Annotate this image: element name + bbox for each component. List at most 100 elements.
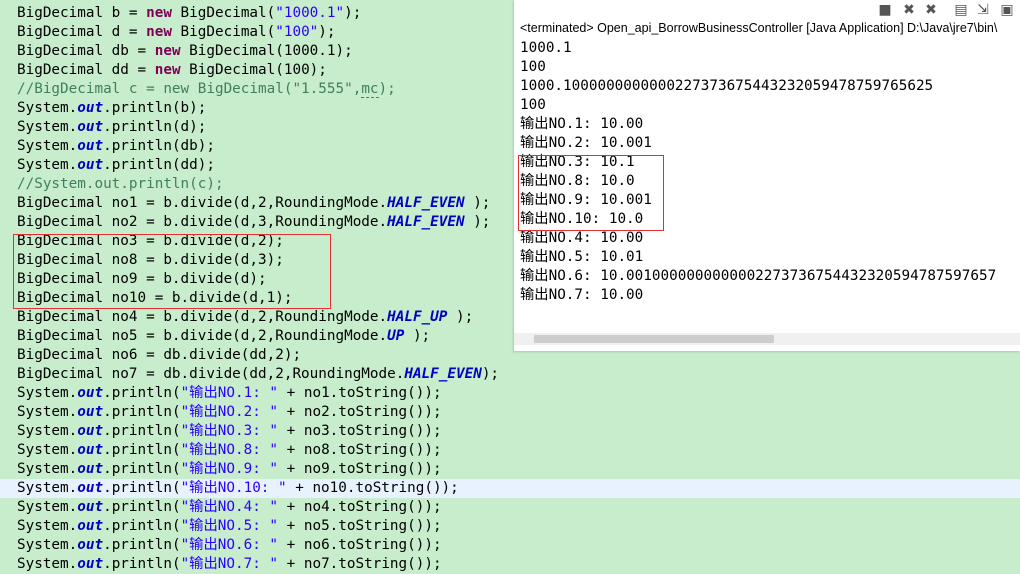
- code-line[interactable]: System.out.println("输出NO.10: " + no10.to…: [0, 479, 1020, 498]
- console-toolbar: ■ ✖ ✖ ▤ ⇲ ▣: [514, 0, 1020, 20]
- code-token: System.: [17, 423, 78, 439]
- code-token: System.: [17, 100, 78, 116]
- code-token: System.: [17, 556, 78, 572]
- code-token: out: [77, 138, 104, 154]
- console-line: 输出NO.2: 10.001: [520, 135, 652, 151]
- code-token: .println(: [103, 480, 181, 496]
- horizontal-scrollbar[interactable]: [514, 333, 1020, 345]
- code-line[interactable]: System.out.println("输出NO.3: " + no3.toSt…: [0, 422, 1020, 441]
- code-token: new: [154, 62, 181, 78]
- code-line[interactable]: System.out.println("输出NO.5: " + no5.toSt…: [0, 517, 1020, 536]
- code-token: + no1.toString());: [278, 385, 442, 401]
- code-token: out: [77, 556, 104, 572]
- code-token: + no2.toString());: [278, 404, 442, 420]
- code-token: out: [77, 480, 104, 496]
- code-token: HALF_EVEN: [387, 214, 465, 230]
- code-token: .println(: [103, 499, 181, 515]
- code-line-text: BigDecimal d = new BigDecimal("100");: [17, 23, 336, 42]
- console-line: 输出NO.6: 10.00100000000000022737367544323…: [520, 268, 997, 284]
- code-token: "1000.1": [275, 5, 345, 21]
- code-line-text: System.out.println("输出NO.8: " + no8.toSt…: [17, 441, 442, 460]
- remove-launch-icon[interactable]: ✖: [900, 1, 918, 19]
- code-token: .println(: [103, 537, 181, 553]
- code-line[interactable]: BigDecimal no7 = db.divide(dd,2,Rounding…: [0, 365, 1020, 384]
- code-token: .println(dd);: [103, 157, 215, 173]
- code-line-text: System.out.println(db);: [17, 137, 215, 156]
- code-line-text: BigDecimal db = new BigDecimal(1000.1);: [17, 42, 353, 61]
- code-line-text: BigDecimal no6 = db.divide(dd,2);: [17, 346, 301, 365]
- console-line: 1000.1: [520, 40, 572, 56]
- code-token: );: [464, 195, 491, 211]
- code-token: + no9.toString());: [278, 461, 442, 477]
- code-line-text: System.out.println("输出NO.7: " + no7.toSt…: [17, 555, 442, 574]
- code-token: .println(db);: [103, 138, 215, 154]
- console-line: 输出NO.5: 10.01: [520, 249, 644, 265]
- code-token: new: [146, 5, 172, 21]
- code-token: + no6.toString());: [278, 537, 442, 553]
- code-line[interactable]: System.out.println("输出NO.2: " + no2.toSt…: [0, 403, 1020, 422]
- code-token: .println(: [103, 461, 181, 477]
- code-token: out: [77, 442, 104, 458]
- code-token: out: [77, 423, 104, 439]
- code-token: System.: [17, 499, 78, 515]
- code-token: HALF_EVEN: [404, 366, 482, 382]
- code-line-text: System.out.println("输出NO.2: " + no2.toSt…: [17, 403, 442, 422]
- code-token: );: [481, 366, 500, 382]
- code-line-text: System.out.println("输出NO.10: " + no10.to…: [17, 479, 459, 498]
- code-line-text: BigDecimal no5 = b.divide(d,2,RoundingMo…: [17, 327, 430, 346]
- console-line: 100: [520, 59, 546, 75]
- code-token: out: [77, 404, 104, 420]
- code-token: .println(: [103, 385, 181, 401]
- code-token: BigDecimal(1000.1);: [180, 43, 353, 59]
- code-token: BigDecimal dd =: [17, 62, 155, 78]
- code-line-text: System.out.println("输出NO.1: " + no1.toSt…: [17, 384, 442, 403]
- code-token: System.: [17, 119, 78, 135]
- code-line[interactable]: System.out.println("输出NO.4: " + no4.toSt…: [0, 498, 1020, 517]
- code-line-text: System.out.println("输出NO.5: " + no5.toSt…: [17, 517, 442, 536]
- code-token: out: [77, 499, 104, 515]
- scrollbar-thumb[interactable]: [534, 335, 774, 343]
- terminate-icon[interactable]: ■: [876, 1, 894, 19]
- code-token: BigDecimal(100);: [180, 62, 327, 78]
- code-token: System.: [17, 518, 78, 534]
- console-view: ■ ✖ ✖ ▤ ⇲ ▣ <terminated> Open_api_BorrowBusin…: [514, 0, 1020, 351]
- code-line-text: System.out.println(d);: [17, 118, 206, 137]
- code-token: BigDecimal(: [171, 5, 276, 21]
- console-status-label: <terminated> Open_api_BorrowBusinessCont…: [520, 21, 998, 35]
- scroll-lock-icon[interactable]: ▤: [952, 1, 970, 19]
- code-token: "输出NO.4: ": [180, 499, 279, 515]
- word-wrap-icon[interactable]: ⇲: [974, 1, 992, 19]
- code-token: );: [318, 24, 336, 40]
- code-line-text: BigDecimal no4 = b.divide(d,2,RoundingMo…: [17, 308, 473, 327]
- code-token: "输出NO.1: ": [180, 385, 279, 401]
- code-token: System.: [17, 157, 78, 173]
- code-line-text: BigDecimal dd = new BigDecimal(100);: [17, 61, 327, 80]
- code-line[interactable]: System.out.println("输出NO.8: " + no8.toSt…: [0, 441, 1020, 460]
- remove-all-terminated-icon[interactable]: ✖: [922, 1, 940, 19]
- code-token: BigDecimal no4 = b.divide(d,2,RoundingMo…: [17, 309, 388, 325]
- code-line-text: //BigDecimal c = new BigDecimal("1.555",…: [17, 80, 396, 99]
- code-token: );: [378, 81, 396, 97]
- code-token: .println(: [103, 556, 181, 572]
- code-token: System.: [17, 461, 78, 477]
- code-line[interactable]: System.out.println("输出NO.1: " + no1.toSt…: [0, 384, 1020, 403]
- code-token: .println(: [103, 404, 181, 420]
- code-line[interactable]: System.out.println("输出NO.9: " + no9.toSt…: [0, 460, 1020, 479]
- code-line-text: System.out.println(b);: [17, 99, 206, 118]
- code-token: mc: [361, 81, 379, 98]
- code-line[interactable]: System.out.println("输出NO.7: " + no7.toSt…: [0, 555, 1020, 574]
- code-token: "输出NO.6: ": [180, 537, 279, 553]
- code-line[interactable]: System.out.println("输出NO.6: " + no6.toSt…: [0, 536, 1020, 555]
- code-line-text: BigDecimal b = new BigDecimal("1000.1");: [17, 4, 361, 23]
- code-token: HALF_UP: [387, 309, 448, 325]
- code-token: System.: [17, 138, 78, 154]
- code-token: out: [77, 119, 104, 135]
- code-token: BigDecimal no7 = db.divide(dd,2,Rounding…: [17, 366, 405, 382]
- code-token: "输出NO.10: ": [180, 480, 287, 496]
- code-token: BigDecimal no5 = b.divide(d,2,RoundingMo…: [17, 328, 388, 344]
- code-token: );: [464, 214, 491, 230]
- code-token: "输出NO.7: ": [180, 556, 279, 572]
- code-token: + no7.toString());: [278, 556, 442, 572]
- pin-console-icon[interactable]: ▣: [998, 1, 1016, 19]
- code-token: System.: [17, 537, 78, 553]
